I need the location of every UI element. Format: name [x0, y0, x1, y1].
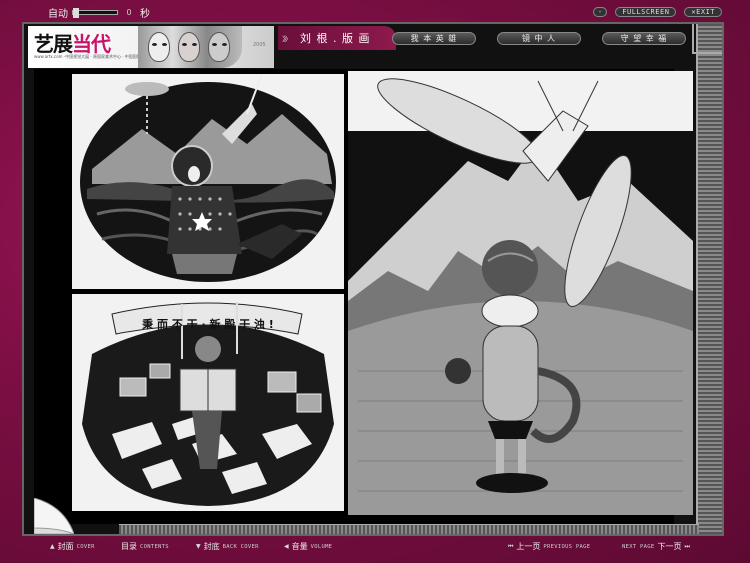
artwork-print-1[interactable]: [72, 74, 344, 289]
autoplay-control: 自动 0 秒: [48, 5, 150, 21]
fullscreen-button[interactable]: FULLSCREEN: [615, 7, 677, 17]
page-header: 艺展当代 www.artx.com ·中国视觉大展 · 原国家美术中心 · 中国…: [24, 24, 694, 68]
tab-i-am-hero[interactable]: 我 本 英 雄: [392, 32, 476, 45]
logo-text-a: 艺展: [34, 32, 73, 56]
volume-label-en: VOLUME: [310, 543, 333, 550]
back-cover-label-en: BACK COVER: [222, 543, 259, 550]
volume-label: 音量: [291, 542, 308, 551]
mask-image: [208, 32, 230, 62]
next-label: 下一页: [657, 542, 682, 551]
slider-handle[interactable]: [73, 8, 79, 18]
minimize-button[interactable]: -: [593, 7, 608, 17]
back-cover-button[interactable]: ▼ 封底 BACK COVER: [196, 541, 259, 552]
mask-image: [178, 32, 200, 62]
tab-watching-happiness[interactable]: 守 望 幸 福: [602, 32, 686, 45]
cover-button[interactable]: ▲ 封面 COVER: [50, 541, 95, 552]
exit-button[interactable]: ✕ EXIT: [684, 7, 722, 17]
next-page-button[interactable]: NEXT PAGE 下一页 ⏭: [622, 541, 690, 552]
artwork-tabs: 我 本 英 雄 镜 中 人 守 望 幸 福: [392, 32, 686, 45]
logo-text: 艺展当代: [34, 28, 111, 57]
print-banner-text: 秉 而 不 干 · 新 殿 干 浊 !: [141, 317, 274, 331]
down-triangle-icon: ▼: [196, 543, 201, 550]
autoplay-slider[interactable]: [72, 8, 118, 18]
page-content: 秉 而 不 干 · 新 殿 干 浊 !: [34, 69, 693, 534]
cover-label-en: COVER: [76, 543, 95, 550]
cover-label: 封面: [57, 542, 74, 551]
artwork-print-2[interactable]: 秉 而 不 干 · 新 殿 干 浊 !: [72, 294, 344, 511]
contents-label: 目录: [121, 542, 137, 551]
contents-label-en: CONTENTS: [140, 543, 169, 550]
logo-text-b: 当代: [72, 32, 111, 56]
page-bottom-edge: [119, 524, 699, 534]
volume-button[interactable]: ◀ 音量 VOLUME: [284, 541, 332, 552]
tab-man-in-mirror[interactable]: 镜 中 人: [497, 32, 581, 45]
artwork-print-main[interactable]: [348, 71, 693, 515]
logo[interactable]: 艺展当代 www.artx.com ·中国视觉大展 · 原国家美术中心 · 中国…: [28, 26, 274, 68]
logo-year: 2005: [253, 42, 266, 48]
next-label-en: NEXT PAGE: [622, 543, 655, 550]
bottom-nav: ▲ 封面 COVER 目录 CONTENTS ▼ 封底 BACK COVER ◀…: [0, 539, 750, 555]
contents-button[interactable]: 目录 CONTENTS: [121, 541, 169, 552]
autoplay-seconds-value[interactable]: 0: [122, 8, 136, 18]
page-edge: [696, 24, 722, 534]
mask-image: [148, 32, 170, 62]
exit-label: EXIT: [696, 8, 715, 16]
previous-label: 上一页: [516, 542, 541, 551]
rewind-icon: ⏮: [508, 542, 514, 550]
previous-page-button[interactable]: ⏮ 上一页 PREVIOUS PAGE: [508, 541, 590, 552]
section-title-text: 刘 根 . 版 画: [300, 32, 371, 45]
seconds-label: 秒: [140, 9, 150, 20]
book-frame: 艺展当代 www.artx.com ·中国视觉大展 · 原国家美术中心 · 中国…: [22, 22, 724, 536]
forward-icon: ⏭: [684, 542, 690, 550]
chevron-right-icon: 〉〉〉: [282, 35, 292, 43]
autoplay-label: 自动: [48, 9, 68, 20]
frame-corner: [692, 24, 722, 54]
page-curl-icon[interactable]: [34, 498, 74, 534]
up-triangle-icon: ▲: [50, 543, 55, 550]
speaker-icon: ◀: [284, 543, 289, 550]
previous-label-en: PREVIOUS PAGE: [543, 543, 591, 550]
section-title: 〉〉〉 刘 根 . 版 画: [278, 26, 396, 50]
masks-image: [138, 26, 242, 68]
back-cover-label: 封底: [203, 542, 220, 551]
top-bar: 自动 0 秒 - FULLSCREEN ✕ EXIT: [0, 0, 750, 22]
logo-site: www.artx.com: [34, 54, 63, 59]
